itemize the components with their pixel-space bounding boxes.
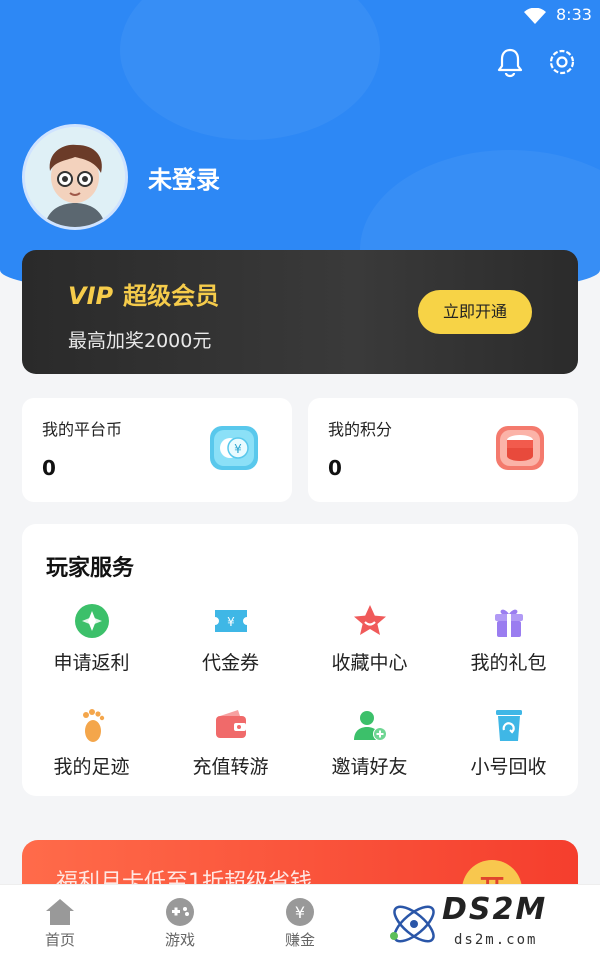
wallet-icon — [215, 710, 246, 738]
star-icon — [353, 605, 386, 635]
service-label: 小号回收 — [470, 756, 547, 778]
vip-subtitle: 最高加奖2000元 — [68, 330, 212, 352]
yen-coin-icon: ¥ — [286, 898, 314, 926]
watermark-title: DS2M — [442, 892, 548, 927]
svg-text:¥: ¥ — [234, 442, 242, 456]
svg-text:¥: ¥ — [295, 903, 305, 922]
service-footprints[interactable]: 我的足迹 — [22, 706, 161, 779]
vip-title: VIP 超级会员 — [68, 276, 219, 311]
username-label[interactable]: 未登录 — [148, 160, 220, 195]
tab-label: 赚金 — [284, 931, 315, 949]
asset-label: 我的平台币 — [42, 420, 123, 439]
service-favorites[interactable]: 收藏中心 — [300, 602, 439, 675]
home-icon — [46, 899, 74, 925]
vip-title-text: 超级会员 — [123, 282, 220, 310]
add-user-icon — [353, 711, 387, 741]
open-vip-button[interactable]: 立即开通 — [418, 290, 532, 334]
service-label: 我的礼包 — [470, 652, 547, 674]
service-account-recycle[interactable]: 小号回收 — [439, 706, 578, 779]
coin-icon: ¥ — [210, 426, 258, 470]
platform-coin-card[interactable]: 我的平台币 0 ¥ — [22, 398, 292, 502]
points-stack-icon — [496, 426, 544, 470]
service-my-gifts[interactable]: 我的礼包 — [439, 602, 578, 675]
asset-value: 0 — [42, 456, 56, 480]
service-label: 代金券 — [201, 652, 259, 674]
gamepad-icon — [166, 898, 194, 926]
notification-bell-icon[interactable] — [494, 46, 526, 78]
service-label: 申请返利 — [53, 652, 130, 674]
services-title: 玩家服务 — [46, 556, 135, 581]
service-label: 收藏中心 — [331, 652, 408, 674]
gift-icon — [494, 609, 523, 637]
avatar[interactable] — [22, 124, 128, 230]
recycle-bin-icon — [495, 710, 522, 741]
settings-gear-icon[interactable] — [546, 46, 578, 78]
asset-value: 0 — [328, 456, 342, 480]
service-voucher[interactable]: ¥ 代金券 — [161, 602, 300, 675]
tab-label: 游戏 — [164, 931, 195, 949]
tab-games[interactable]: 游戏 — [140, 897, 220, 950]
player-services-panel: 玩家服务 申请返利 ¥ 代金券 收藏中心 我的礼包 我的足迹 充值转游 邀请好友… — [22, 524, 578, 796]
tab-home[interactable]: 首页 — [20, 897, 100, 950]
tab-label: 首页 — [44, 931, 75, 949]
service-label: 充值转游 — [192, 756, 269, 778]
rebate-icon — [74, 604, 109, 638]
service-label: 我的足迹 — [53, 756, 130, 778]
service-apply-rebate[interactable]: 申请返利 — [22, 602, 161, 675]
status-time: 8:33 — [556, 5, 592, 24]
atom-logo-icon — [390, 905, 435, 943]
watermark-url: ds2m.com — [454, 932, 538, 948]
footprint-icon — [82, 709, 104, 742]
wifi-icon — [524, 8, 546, 24]
service-recharge-transfer[interactable]: 充值转游 — [161, 706, 300, 779]
points-card[interactable]: 我的积分 0 — [308, 398, 578, 502]
asset-label: 我的积分 — [328, 420, 393, 439]
service-invite-friends[interactable]: 邀请好友 — [300, 706, 439, 779]
watermark-logo: DS2M ds2m.com — [384, 888, 600, 960]
voucher-icon: ¥ — [214, 610, 247, 632]
service-label: 邀请好友 — [331, 756, 408, 778]
vip-badge: VIP — [68, 282, 114, 310]
vip-card[interactable]: VIP 超级会员 最高加奖2000元 立即开通 — [22, 250, 578, 374]
svg-text:¥: ¥ — [227, 615, 235, 629]
tab-earn-gold[interactable]: ¥ 赚金 — [260, 897, 340, 950]
status-bar: 8:33 — [0, 0, 600, 32]
